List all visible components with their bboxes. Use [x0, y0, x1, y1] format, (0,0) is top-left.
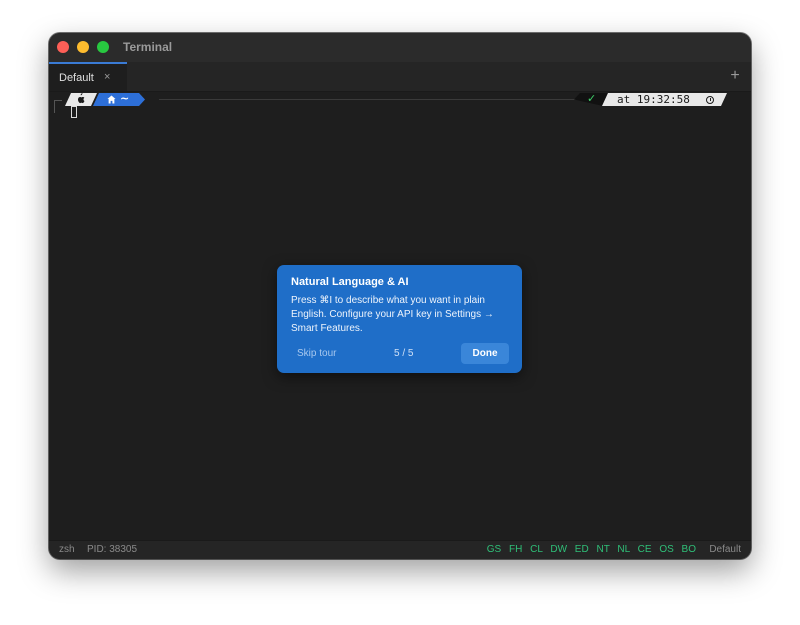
tour-body: Press ⌘I to describe what you want in pl… — [291, 295, 494, 334]
status-bar: zsh PID: 38305 GS FH CL DW ED NT NL CE O… — [49, 540, 751, 559]
text-cursor — [71, 106, 77, 118]
prompt-directory: ~ — [120, 92, 130, 105]
check-icon: ✓ — [587, 92, 597, 105]
done-button[interactable]: Done — [461, 343, 509, 364]
process-id: PID: 38305 — [87, 544, 138, 555]
flag-nt: NT — [596, 544, 610, 555]
maximize-window-button[interactable] — [97, 41, 109, 53]
profile-name[interactable]: Default — [709, 544, 741, 555]
flag-bo: BO — [681, 544, 696, 555]
minimize-window-button[interactable] — [77, 41, 89, 53]
prompt-divider — [159, 99, 579, 100]
tab-close-icon[interactable]: × — [104, 71, 110, 83]
flag-ce: CE — [637, 544, 652, 555]
prompt-os-segment — [65, 93, 97, 106]
title-bar[interactable]: Terminal — [49, 33, 751, 62]
window-title: Terminal — [123, 40, 173, 54]
flag-os: OS — [659, 544, 674, 555]
shell-name: zsh — [59, 544, 75, 555]
tab-label: Default — [59, 72, 94, 84]
flag-dw: DW — [550, 544, 568, 555]
prompt-corner — [54, 100, 62, 113]
terminal-window: Terminal Default × + ~ ✓ at 19:32:58 Nat… — [49, 33, 751, 559]
prompt-directory-segment: ~ — [93, 93, 145, 106]
apple-icon — [76, 92, 85, 106]
tour-step-indicator: 5 / 5 — [394, 348, 414, 359]
flag-gs: GS — [486, 544, 502, 555]
tour-title: Natural Language & AI — [291, 276, 409, 288]
prompt-time-segment: at 19:32:58 — [602, 93, 727, 106]
home-icon — [107, 95, 116, 104]
flag-cl: CL — [530, 544, 543, 555]
terminal-area[interactable]: ~ ✓ at 19:32:58 Natural Language & AI Pr… — [49, 92, 751, 541]
flag-ed: ED — [574, 544, 589, 555]
status-flags: GS FH CL DW ED NT NL CE OS BO — [482, 544, 696, 555]
flag-fh: FH — [509, 544, 523, 555]
tab-bar: Default × + — [49, 62, 751, 92]
onboarding-tour-popup: Natural Language & AI Press ⌘I to descri… — [277, 265, 522, 373]
skip-tour-link[interactable]: Skip tour — [297, 348, 336, 359]
prompt-time: at 19:32:58 — [617, 93, 690, 106]
close-window-button[interactable] — [57, 41, 69, 53]
new-tab-button[interactable]: + — [727, 67, 743, 85]
tab-default[interactable]: Default × — [49, 62, 127, 91]
clock-icon — [706, 96, 714, 104]
flag-nl: NL — [617, 544, 630, 555]
